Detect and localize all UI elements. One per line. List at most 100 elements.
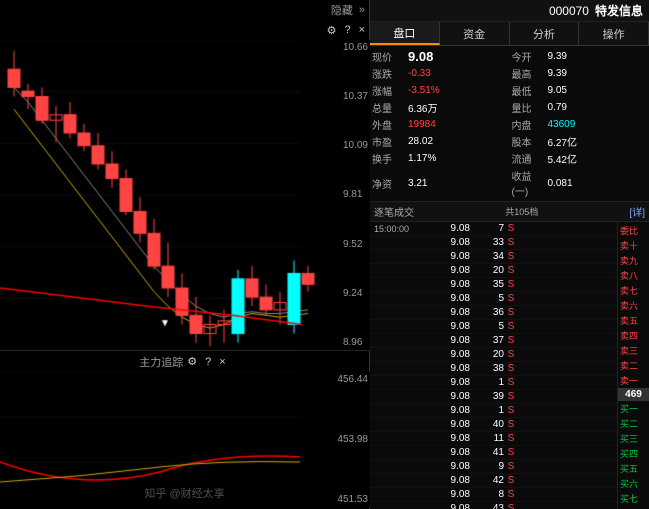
hide-button[interactable]: 隐藏 (331, 2, 353, 18)
low-label: 最低 (512, 83, 548, 98)
buy7: 买七 (618, 491, 649, 506)
buy4: 买四 (618, 446, 649, 461)
bottom-price-labels: 456.44 453.98 451.53 (337, 372, 368, 507)
trade-type: S (504, 503, 518, 509)
trade-vol: 39 (470, 391, 504, 402)
close-icon[interactable]: × (359, 24, 365, 36)
trade-type: S (504, 251, 518, 262)
settings-icon-bottom[interactable]: ⚙ (187, 355, 197, 368)
trade-row: 9.0841S (370, 446, 617, 460)
bottom-chart (0, 372, 335, 507)
equity-row: 股本 6.27亿 (510, 133, 649, 150)
tab-pankou[interactable]: 盘口 (370, 22, 440, 45)
trade-vol: 33 (470, 237, 504, 248)
pe-value: 28.02 (408, 136, 433, 147)
chart-panel: 隐藏 » ⚙ ? × 10.66 10.37 10.09 9.81 9.52 9… (0, 0, 370, 509)
price-label-5: 9.52 (343, 239, 368, 250)
trade-price: 9.08 (432, 265, 470, 276)
info-row-2: 涨跌 -0.33 最高 9.39 (370, 65, 649, 82)
nav-value: 3.21 (408, 178, 427, 189)
trade-type: S (504, 223, 518, 234)
tab-caozuo[interactable]: 操作 (579, 22, 649, 45)
trade-vol: 1 (470, 377, 504, 388)
info-row-5: 外盘 19984 内盘 43609 (370, 116, 649, 133)
today-open-label: 今开 (512, 49, 548, 64)
trade-row: 9.089S (370, 460, 617, 474)
tab-zijin[interactable]: 资金 (440, 22, 510, 45)
trade-row: 9.0835S (370, 278, 617, 292)
chart-toolbar: ⚙ ? × (0, 20, 369, 40)
trade-row: 9.085S (370, 292, 617, 306)
tab-bar: 盘口 资金 分析 操作 (370, 22, 649, 46)
trade-type: S (504, 321, 518, 332)
sell10: 卖十 (618, 238, 649, 253)
vol-ratio-row: 量比 0.79 (510, 99, 649, 116)
close-icon-bottom[interactable]: × (219, 356, 225, 368)
equity-value: 6.27亿 (548, 134, 577, 149)
trade-price: 9.08 (432, 489, 470, 500)
trade-and-sb: 15:00:009.087S9.0833S9.0834S9.0820S9.083… (370, 222, 649, 509)
chart-bottom-bar: 主力追踪 ⚙ ? × (0, 350, 369, 372)
price-label-2: 10.37 (343, 91, 368, 102)
trade-price: 9.08 (432, 223, 470, 234)
trade-row: 9.0837S (370, 334, 617, 348)
trade-price: 9.08 (432, 251, 470, 262)
current-price-value: 9.08 (408, 49, 433, 64)
question-icon[interactable]: ? (344, 24, 350, 36)
trade-row: 9.085S (370, 320, 617, 334)
question-icon-bottom[interactable]: ? (205, 356, 211, 368)
trade-row: 9.0820S (370, 348, 617, 362)
main-chart-area: 10.66 10.37 10.09 9.81 9.52 9.24 8.96 (0, 40, 370, 350)
info-row-6: 市盈 28.02 股本 6.27亿 (370, 133, 649, 150)
change-value: -0.33 (408, 68, 431, 79)
trade-price: 9.08 (432, 503, 470, 509)
trade-vol: 40 (470, 419, 504, 430)
buy5: 买五 (618, 461, 649, 476)
trade-price: 9.08 (432, 419, 470, 430)
buy6: 买六 (618, 476, 649, 491)
info-row-1: 现价 9.08 今开 9.39 (370, 48, 649, 65)
outer-row: 外盘 19984 (370, 116, 510, 133)
trade-vol: 43 (470, 503, 504, 509)
sell6: 卖六 (618, 298, 649, 313)
info-row-8: 净资 3.21 收益(一) 0.081 (370, 167, 649, 199)
equity-label: 股本 (512, 134, 548, 149)
trade-vol: 11 (470, 433, 504, 444)
trade-row: 9.088S (370, 488, 617, 502)
high-row: 最高 9.39 (510, 65, 649, 82)
trade-price: 9.08 (432, 475, 470, 486)
trade-price: 9.08 (432, 391, 470, 402)
trade-row: 9.0833S (370, 236, 617, 250)
inner-row: 内盘 43609 (510, 116, 649, 133)
circulate-row: 流通 5.42亿 (510, 150, 649, 167)
earnings-value: 0.081 (548, 178, 573, 189)
trade-type: S (504, 335, 518, 346)
info-row-4: 总量 6.36万 量比 0.79 (370, 99, 649, 116)
open-row: 今开 9.39 (510, 48, 649, 65)
trade-row: 9.0839S (370, 390, 617, 404)
trade-vol: 34 (470, 251, 504, 262)
settings-icon[interactable]: ⚙ (327, 24, 337, 37)
trade-header-title: 逐笔成交 (374, 204, 414, 219)
trade-detail-link[interactable]: [详] (629, 204, 645, 219)
trade-vol: 42 (470, 475, 504, 486)
price-label-7: 8.96 (343, 337, 368, 348)
trade-price: 9.08 (432, 293, 470, 304)
price-label-1: 10.66 (343, 42, 368, 53)
trade-type: S (504, 405, 518, 416)
sell9: 卖九 (618, 253, 649, 268)
main-container: 隐藏 » ⚙ ? × 10.66 10.37 10.09 9.81 9.52 9… (0, 0, 649, 509)
trade-type: S (504, 391, 518, 402)
pe-label: 市盈 (372, 134, 408, 149)
trade-type: S (504, 363, 518, 374)
today-open-value: 9.39 (548, 51, 567, 62)
candlestick-chart (0, 40, 335, 350)
trade-type: S (504, 489, 518, 500)
volume-label: 总量 (372, 100, 408, 115)
right-panel: 000070 特发信息 盘口 资金 分析 操作 现价 9.08 (370, 0, 649, 509)
price-row: 现价 9.08 (370, 48, 510, 65)
tab-fenxi[interactable]: 分析 (510, 22, 580, 45)
buy3: 买三 (618, 431, 649, 446)
trade-row: 9.081S (370, 376, 617, 390)
price-label-6: 9.24 (343, 288, 368, 299)
